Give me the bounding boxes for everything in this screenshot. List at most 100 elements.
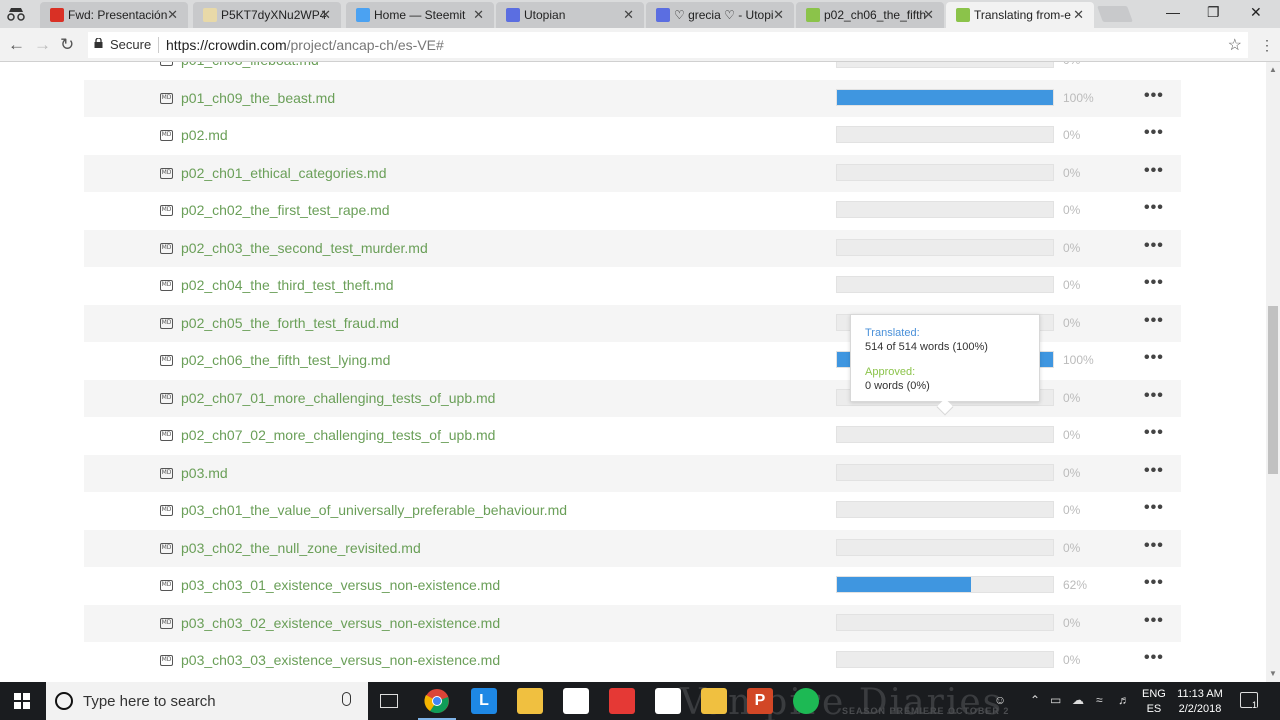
file-name-link[interactable]: p02_ch01_ethical_categories.md [181, 165, 386, 181]
wifi-icon[interactable]: ≈ [1096, 693, 1103, 707]
file-row[interactable]: MD p03.md 0% ••• [84, 454, 1181, 492]
translation-progress-bar[interactable] [836, 426, 1054, 443]
file-name-link[interactable]: p03.md [181, 465, 228, 481]
tab-close-icon[interactable]: ✕ [320, 7, 331, 23]
browser-tab[interactable]: P5KT7dyXNu2WP4 ✕ [193, 2, 341, 28]
more-options-icon[interactable]: ••• [1144, 62, 1164, 67]
tab-close-icon[interactable]: ✕ [167, 7, 178, 23]
more-options-icon[interactable]: ••• [1144, 274, 1164, 292]
file-name-link[interactable]: p02_ch06_the_fifth_test_lying.md [181, 352, 390, 368]
translation-progress-bar[interactable] [836, 651, 1054, 668]
file-row[interactable]: MD p01_ch09_the_beast.md 100% ••• [84, 79, 1181, 117]
file-row[interactable]: MD p01_ch08_lifeboat.md 0% ••• [84, 62, 1181, 80]
tab-close-icon[interactable]: ✕ [773, 7, 784, 23]
browser-tab[interactable]: Fwd: Presentación ✕ [40, 2, 188, 28]
store-icon[interactable] [563, 688, 589, 714]
chrome-taskbar-icon[interactable] [418, 688, 456, 720]
taskbar-search-box[interactable]: Type here to search [46, 682, 368, 720]
new-tab-button[interactable] [1097, 6, 1133, 22]
show-hidden-icons[interactable]: ⌃ [1030, 693, 1040, 707]
more-options-icon[interactable]: ••• [1144, 612, 1164, 630]
restore-icon[interactable]: ❐ [1207, 4, 1220, 21]
bookmark-star-icon[interactable]: ☆ [1228, 35, 1242, 55]
file-row[interactable]: MD p02_ch04_the_third_test_theft.md 0% ••• [84, 267, 1181, 305]
address-bar[interactable]: Secure https://crowdin.com/project/ancap… [88, 32, 1248, 58]
file-name-link[interactable]: p02_ch02_the_first_test_rape.md [181, 202, 390, 218]
app-bag-icon[interactable] [701, 688, 727, 714]
file-name-link[interactable]: p02_ch05_the_forth_test_fraud.md [181, 315, 399, 331]
url-text[interactable]: https://crowdin.com/project/ancap-ch/es-… [166, 37, 444, 53]
file-name-link[interactable]: p03_ch01_the_value_of_universally_prefer… [181, 502, 567, 518]
language-indicator[interactable]: ENG ES [1142, 687, 1166, 717]
translation-progress-bar[interactable] [836, 576, 1054, 593]
translation-progress-bar[interactable] [836, 238, 1054, 256]
browser-tab[interactable]: Translating from-e ✕ [946, 2, 1094, 28]
translation-progress-bar[interactable] [836, 88, 1054, 106]
more-options-icon[interactable]: ••• [1144, 349, 1164, 367]
file-row[interactable]: MD p02_ch01_ethical_categories.md 0% ••• [84, 154, 1181, 192]
translation-progress-bar[interactable] [836, 463, 1054, 481]
more-options-icon[interactable]: ••• [1144, 462, 1164, 480]
file-explorer-icon[interactable] [517, 688, 543, 714]
file-name-link[interactable]: p03_ch03_03_existence_versus_non-existen… [181, 652, 500, 668]
more-options-icon[interactable]: ••• [1144, 574, 1164, 592]
l-app-icon[interactable]: L [471, 688, 497, 714]
scroll-thumb[interactable] [1268, 306, 1278, 474]
file-name-link[interactable]: p02_ch04_the_third_test_theft.md [181, 277, 394, 293]
more-options-icon[interactable]: ••• [1144, 649, 1164, 667]
translation-progress-bar[interactable] [836, 501, 1054, 518]
file-row[interactable]: MD p02_ch02_the_first_test_rape.md 0% ••• [84, 192, 1181, 230]
forward-icon[interactable]: → [34, 35, 51, 55]
minimize-icon[interactable]: — [1166, 4, 1180, 20]
more-options-icon[interactable]: ••• [1144, 124, 1164, 142]
onedrive-icon[interactable]: ☁ [1072, 693, 1084, 707]
more-options-icon[interactable]: ••• [1144, 537, 1164, 555]
translation-progress-bar[interactable] [836, 613, 1054, 631]
more-options-icon[interactable]: ••• [1144, 87, 1164, 105]
browser-tab[interactable]: Home — Steemit ✕ [346, 2, 494, 28]
people-icon[interactable]: ☺ [994, 693, 1006, 707]
media-app-icon[interactable] [609, 688, 635, 714]
file-name-link[interactable]: p01_ch09_the_beast.md [181, 90, 335, 106]
volume-icon[interactable]: ♬ [1118, 693, 1130, 707]
file-name-link[interactable]: p01_ch08_lifeboat.md [181, 62, 319, 68]
more-options-icon[interactable]: ••• [1144, 312, 1164, 330]
file-name-link[interactable]: p02_ch03_the_second_test_murder.md [181, 240, 428, 256]
file-row[interactable]: MD p03_ch03_03_existence_versus_non-exist… [84, 642, 1181, 680]
more-options-icon[interactable]: ••• [1144, 387, 1164, 405]
back-icon[interactable]: ← [8, 35, 25, 55]
close-window-icon[interactable]: ✕ [1250, 4, 1262, 21]
file-row[interactable]: MD p03_ch03_01_existence_versus_non-exist… [84, 567, 1181, 605]
file-name-link[interactable]: p03_ch02_the_null_zone_revisited.md [181, 540, 421, 556]
browser-menu-icon[interactable]: ⋮ [1260, 37, 1274, 54]
translation-progress-bar[interactable] [836, 538, 1054, 556]
file-row[interactable]: MD p02.md 0% ••• [84, 117, 1181, 155]
translation-progress-bar[interactable] [836, 163, 1054, 181]
more-options-icon[interactable]: ••• [1144, 199, 1164, 217]
reload-icon[interactable]: ↻ [60, 35, 74, 55]
scroll-down-icon[interactable]: ▼ [1269, 669, 1277, 678]
file-name-link[interactable]: p02.md [181, 127, 228, 143]
more-options-icon[interactable]: ••• [1144, 237, 1164, 255]
more-options-icon[interactable]: ••• [1144, 499, 1164, 517]
mail-icon[interactable] [655, 688, 681, 714]
browser-tab[interactable]: p02_ch06_the_fifth ✕ [796, 2, 944, 28]
windows-start-icon[interactable] [14, 693, 30, 709]
scroll-up-icon[interactable]: ▲ [1269, 65, 1277, 74]
microphone-icon[interactable] [342, 692, 351, 706]
file-name-link[interactable]: p02_ch07_02_more_challenging_tests_of_up… [181, 427, 495, 443]
browser-tab[interactable]: ♡ grecia ♡ - Utopi ✕ [646, 2, 794, 28]
file-name-link[interactable]: p03_ch03_01_existence_versus_non-existen… [181, 577, 500, 593]
tab-close-icon[interactable]: ✕ [623, 7, 634, 23]
more-options-icon[interactable]: ••• [1144, 162, 1164, 180]
browser-tab[interactable]: Utopian ✕ [496, 2, 644, 28]
page-scrollbar[interactable]: ▲ ▼ [1266, 62, 1280, 682]
system-clock[interactable]: 11:13 AM 2/2/2018 [1174, 687, 1226, 717]
translation-progress-bar[interactable] [836, 276, 1054, 293]
tab-close-icon[interactable]: ✕ [473, 7, 484, 23]
battery-icon[interactable]: ▭ [1050, 693, 1061, 707]
profile-icon[interactable] [6, 6, 26, 24]
translation-progress-bar[interactable] [836, 62, 1054, 68]
powerpoint-icon[interactable]: P [747, 688, 773, 714]
file-row[interactable]: MD p03_ch01_the_value_of_universally_pref… [84, 492, 1181, 530]
